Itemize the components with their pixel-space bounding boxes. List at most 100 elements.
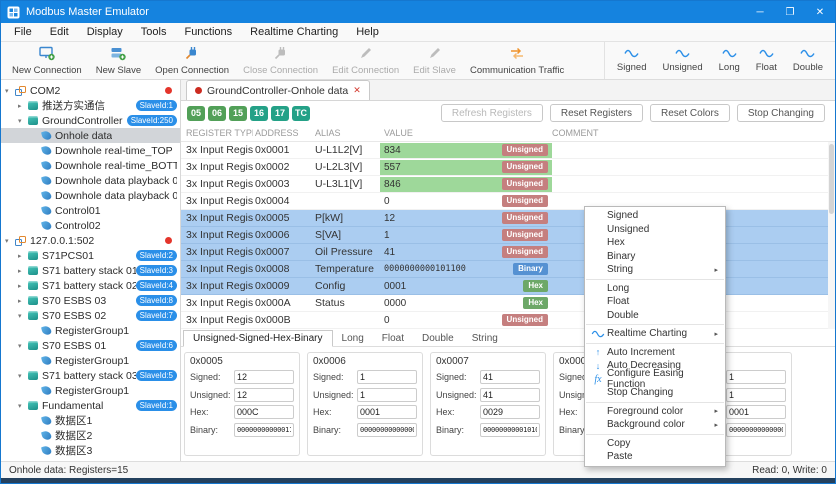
signed-input[interactable] [726, 370, 786, 384]
expander-icon[interactable]: ▾ [5, 87, 15, 95]
menu-item-foreground-color[interactable]: Foreground color ▸ [585, 405, 725, 419]
hex-input[interactable] [234, 405, 294, 419]
menu-item-float[interactable]: Float [585, 295, 725, 309]
menu-item-configure-easing[interactable]: fx Configure Easing Function [585, 368, 725, 390]
tree-item-dataarea2[interactable]: 数据区2 [1, 428, 180, 443]
tree-item-registergroup1[interactable]: RegisterGroup1 [1, 383, 180, 398]
table-row[interactable]: 3x Input Registe0x0004 0 Unsigned [181, 193, 835, 210]
close-connection-button[interactable]: Close Connection [236, 42, 325, 79]
edit-slave-button[interactable]: Edit Slave [406, 42, 463, 79]
tree-item-s71pcs01[interactable]: ▸ S71PCS01 SlaveId:2 [1, 248, 180, 263]
expander-icon[interactable]: ▾ [18, 372, 28, 380]
value-cell[interactable]: 0001 Hex [380, 279, 552, 294]
binary-input[interactable] [726, 422, 786, 437]
tree-item-dataarea3[interactable]: 数据区3 [1, 443, 180, 458]
tree-item-downhole-bottom[interactable]: Downhole real-time_BOTTOM [1, 158, 180, 173]
tree-item-groundcontroller[interactable]: ▾ GroundController SlaveId:250 [1, 113, 180, 128]
value-cell[interactable]: 12 Unsigned [380, 211, 552, 226]
value-cell[interactable]: 0000000000101100 Binary [380, 262, 552, 277]
refresh-registers-button[interactable]: Refresh Registers [440, 104, 543, 122]
document-tab[interactable]: GroundController-Onhole data ✕ [186, 80, 370, 100]
binary-input[interactable] [234, 422, 294, 437]
binary-input[interactable] [480, 422, 540, 437]
tree-item-onhole-data[interactable]: Onhole data [1, 128, 180, 143]
menu-item-background-color[interactable]: Background color ▸ [585, 418, 725, 432]
tree-item-com2[interactable]: ▾ COM2 [1, 83, 180, 98]
expander-icon[interactable]: ▾ [5, 237, 15, 245]
tree-item-battery-01[interactable]: ▸ S71 battery stack 01 SlaveId:3 [1, 263, 180, 278]
hex-input[interactable] [480, 405, 540, 419]
menu-item-auto-increment[interactable]: ↑ Auto Increment [585, 346, 725, 360]
stop-changing-button[interactable]: Stop Changing [736, 104, 825, 122]
signed-input[interactable] [234, 370, 294, 384]
value-cell[interactable]: 0 Unsigned [380, 194, 552, 209]
menu-functions[interactable]: Functions [175, 23, 241, 41]
hex-input[interactable] [357, 405, 417, 419]
tree-item-registergroup1[interactable]: RegisterGroup1 [1, 353, 180, 368]
menu-item-signed[interactable]: Signed [585, 209, 725, 223]
menu-item-binary[interactable]: Binary [585, 250, 725, 264]
table-row-selected[interactable]: 3x Input Registe0x0007 Oil Pressure 41 Unsi… [181, 244, 835, 261]
expander-icon[interactable]: ▾ [18, 402, 28, 410]
expander-icon[interactable]: ▸ [18, 297, 28, 305]
expander-icon[interactable]: ▾ [18, 342, 28, 350]
menu-item-realtime-charting[interactable]: Realtime Charting ▸ [585, 327, 725, 341]
unsigned-input[interactable] [357, 387, 417, 402]
tree-item-battery-02[interactable]: ▸ S71 battery stack 02 SlaveId:4 [1, 278, 180, 293]
communication-traffic-button[interactable]: Communication Traffic [463, 42, 571, 79]
value-cell[interactable]: 0 Unsigned [380, 313, 552, 328]
menu-edit[interactable]: Edit [41, 23, 78, 41]
value-cell[interactable]: 846 Unsigned [380, 176, 552, 192]
expander-icon[interactable]: ▾ [18, 117, 28, 125]
tree-item-playback-01[interactable]: Downhole data playback 01 [1, 173, 180, 188]
format-float-button[interactable]: Float [748, 42, 785, 79]
menu-item-double[interactable]: Double [585, 309, 725, 323]
table-row-selected[interactable]: 3x Input Registe0x0009 Config 0001 Hex [181, 278, 835, 295]
expander-icon[interactable]: ▸ [18, 267, 28, 275]
value-cell[interactable]: 1 Unsigned [380, 228, 552, 243]
menu-display[interactable]: Display [78, 23, 132, 41]
tree-item-esbs-01[interactable]: ▾ S70 ESBS 01 SlaveId:6 [1, 338, 180, 353]
tree-item-control01[interactable]: Control01 [1, 203, 180, 218]
table-row[interactable]: 3x Input Registe0x0001 U-L1L2[V] 834 Unsign… [181, 142, 835, 159]
maximize-button[interactable]: ❐ [775, 1, 805, 23]
tree-item-registergroup1[interactable]: RegisterGroup1 [1, 323, 180, 338]
function-chip-tc[interactable]: TC [292, 105, 310, 121]
edit-connection-button[interactable]: Edit Connection [325, 42, 406, 79]
tree-item-dataarea1[interactable]: 数据区1 [1, 413, 180, 428]
hex-input[interactable] [726, 405, 786, 419]
menu-item-unsigned[interactable]: Unsigned [585, 223, 725, 237]
expander-icon[interactable]: ▸ [18, 282, 28, 290]
menu-item-long[interactable]: Long [585, 282, 725, 296]
tree-item-battery-03[interactable]: ▾ S71 battery stack 03 SlaveId:5 [1, 368, 180, 383]
tab-string[interactable]: String [463, 331, 507, 346]
reset-registers-button[interactable]: Reset Registers [549, 104, 644, 122]
function-chip-05[interactable]: 05 [187, 105, 205, 121]
format-long-button[interactable]: Long [711, 42, 748, 79]
signed-input[interactable] [480, 370, 540, 384]
function-chip-17[interactable]: 17 [271, 105, 289, 121]
tree-item-fundamental[interactable]: ▾ Fundamental SlaveId:1 [1, 398, 180, 413]
tab-close-icon[interactable]: ✕ [353, 85, 361, 96]
format-unsigned-button[interactable]: Unsigned [654, 42, 710, 79]
tab-float[interactable]: Float [373, 331, 413, 346]
table-row-selected[interactable]: 3x Input Registe0x0008 Temperature 0000000… [181, 261, 835, 278]
tree-item-slave[interactable]: ▸ 推送方实通信 SlaveId:1 [1, 98, 180, 113]
menu-file[interactable]: File [5, 23, 41, 41]
signed-input[interactable] [357, 370, 417, 384]
tree-item-tcp-connection[interactable]: ▾ 127.0.0.1:502 [1, 233, 180, 248]
unsigned-input[interactable] [234, 387, 294, 402]
format-double-button[interactable]: Double [785, 42, 831, 79]
tree-item-esbs-03[interactable]: ▸ S70 ESBS 03 SlaveId:8 [1, 293, 180, 308]
menu-item-string[interactable]: String ▸ [585, 263, 725, 277]
value-cell[interactable]: 0000 Hex [380, 296, 552, 311]
expander-icon[interactable]: ▸ [18, 102, 28, 110]
menu-item-copy[interactable]: Copy [585, 437, 725, 451]
function-chip-06[interactable]: 06 [208, 105, 226, 121]
reset-colors-button[interactable]: Reset Colors [650, 104, 730, 122]
scrollbar-thumb[interactable] [829, 144, 834, 214]
unsigned-input[interactable] [480, 387, 540, 402]
tab-long[interactable]: Long [333, 331, 373, 346]
new-connection-button[interactable]: New Connection [5, 42, 89, 79]
function-chip-16[interactable]: 16 [250, 105, 268, 121]
